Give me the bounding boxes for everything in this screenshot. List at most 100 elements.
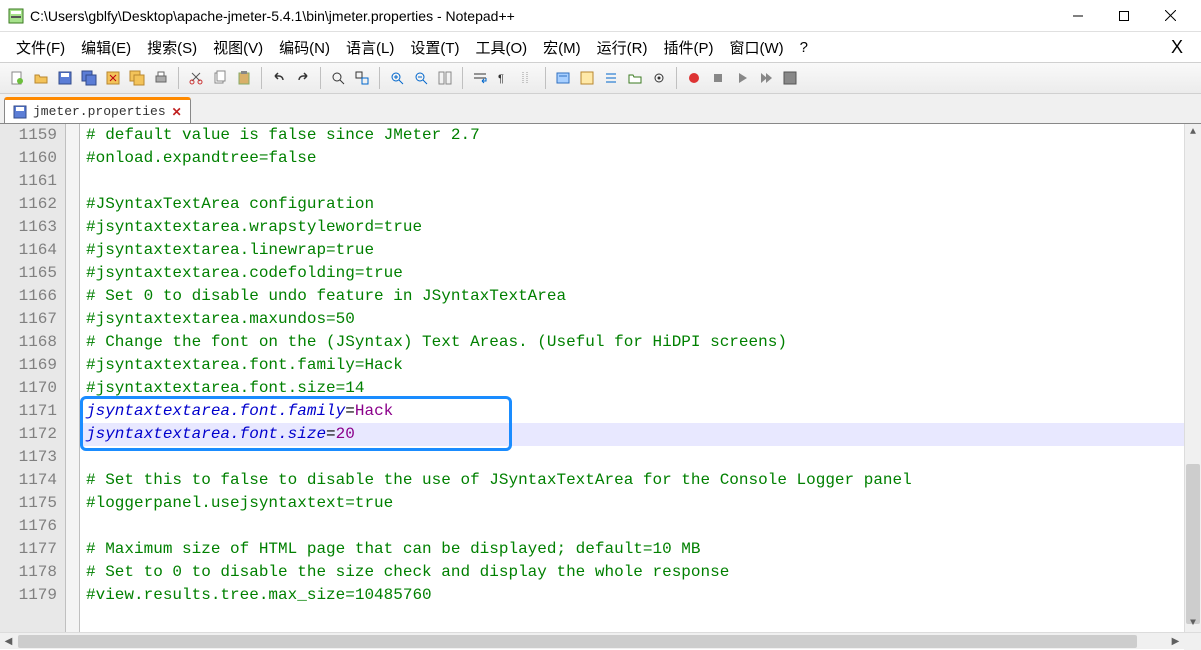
- close-file-icon[interactable]: [102, 67, 124, 89]
- code-line[interactable]: #view.results.tree.max_size=10485760: [80, 584, 1184, 607]
- horizontal-scroll-track[interactable]: [17, 634, 1167, 649]
- play-macro-icon[interactable]: [731, 67, 753, 89]
- horizontal-scroll-thumb[interactable]: [18, 635, 1137, 648]
- code-line[interactable]: #JSyntaxTextArea configuration: [80, 193, 1184, 216]
- text-area[interactable]: # default value is false since JMeter 2.…: [80, 124, 1184, 632]
- menubar-close[interactable]: X: [1161, 37, 1193, 58]
- line-number: 1170: [0, 377, 57, 400]
- stop-macro-icon[interactable]: [707, 67, 729, 89]
- menubar: 文件(F) 编辑(E) 搜索(S) 视图(V) 编码(N) 语言(L) 设置(T…: [0, 32, 1201, 62]
- menu-plugins[interactable]: 插件(P): [655, 34, 721, 61]
- close-button[interactable]: [1147, 1, 1193, 31]
- scroll-right-arrow-icon[interactable]: ▶: [1167, 633, 1184, 650]
- code-line[interactable]: # Change the font on the (JSyntax) Text …: [80, 331, 1184, 354]
- code-line[interactable]: [80, 515, 1184, 538]
- close-all-icon[interactable]: [126, 67, 148, 89]
- find-replace-icon[interactable]: [351, 67, 373, 89]
- menu-run[interactable]: 运行(R): [589, 34, 656, 61]
- line-number: 1167: [0, 308, 57, 331]
- line-number: 1171: [0, 400, 57, 423]
- menu-window[interactable]: 窗口(W): [721, 34, 791, 61]
- code-line[interactable]: #jsyntaxtextarea.maxundos=50: [80, 308, 1184, 331]
- minimize-button[interactable]: [1055, 1, 1101, 31]
- cut-icon[interactable]: [185, 67, 207, 89]
- vertical-scrollbar[interactable]: ▲ ▼: [1184, 124, 1201, 632]
- save-macro-icon[interactable]: [779, 67, 801, 89]
- toolbar: ¶: [0, 62, 1201, 94]
- code-line[interactable]: # Set to 0 to disable the size check and…: [80, 561, 1184, 584]
- menu-file[interactable]: 文件(F): [8, 34, 73, 61]
- code-line[interactable]: [80, 446, 1184, 469]
- code-line[interactable]: [80, 170, 1184, 193]
- wordwrap-icon[interactable]: [469, 67, 491, 89]
- open-file-icon[interactable]: [30, 67, 52, 89]
- scroll-up-arrow-icon[interactable]: ▲: [1185, 124, 1201, 141]
- line-number: 1172: [0, 423, 57, 446]
- scroll-down-arrow-icon[interactable]: ▼: [1185, 615, 1201, 632]
- code-line[interactable]: jsyntaxtextarea.font.size=20: [80, 423, 1184, 446]
- line-number: 1160: [0, 147, 57, 170]
- undo-icon[interactable]: [268, 67, 290, 89]
- menu-tools[interactable]: 工具(O): [467, 34, 535, 61]
- code-line[interactable]: # Set this to false to disable the use o…: [80, 469, 1184, 492]
- code-line[interactable]: #jsyntaxtextarea.font.size=14: [80, 377, 1184, 400]
- new-file-icon[interactable]: [6, 67, 28, 89]
- code-line[interactable]: #jsyntaxtextarea.codefolding=true: [80, 262, 1184, 285]
- maximize-button[interactable]: [1101, 1, 1147, 31]
- code-line[interactable]: #jsyntaxtextarea.linewrap=true: [80, 239, 1184, 262]
- fold-margin[interactable]: [66, 124, 80, 632]
- horizontal-scrollbar[interactable]: ◀ ▶: [0, 632, 1201, 649]
- tab-save-icon: [13, 105, 27, 119]
- code-line[interactable]: # Maximum size of HTML page that can be …: [80, 538, 1184, 561]
- func-list-icon[interactable]: [600, 67, 622, 89]
- paste-icon[interactable]: [233, 67, 255, 89]
- line-number: 1165: [0, 262, 57, 285]
- print-icon[interactable]: [150, 67, 172, 89]
- save-all-icon[interactable]: [78, 67, 100, 89]
- menu-settings[interactable]: 设置(T): [402, 34, 467, 61]
- sync-scroll-icon[interactable]: [434, 67, 456, 89]
- doc-map-icon[interactable]: [576, 67, 598, 89]
- redo-icon[interactable]: [292, 67, 314, 89]
- menu-edit[interactable]: 编辑(E): [73, 34, 139, 61]
- menu-view[interactable]: 视图(V): [205, 34, 271, 61]
- menu-language[interactable]: 语言(L): [338, 34, 402, 61]
- line-number: 1166: [0, 285, 57, 308]
- code-line[interactable]: # default value is false since JMeter 2.…: [80, 124, 1184, 147]
- menu-encoding[interactable]: 编码(N): [271, 34, 338, 61]
- zoom-in-icon[interactable]: [386, 67, 408, 89]
- code-line[interactable]: #jsyntaxtextarea.font.family=Hack: [80, 354, 1184, 377]
- language-indent-icon[interactable]: [552, 67, 574, 89]
- code-line[interactable]: # Set 0 to disable undo feature in JSynt…: [80, 285, 1184, 308]
- line-number: 1162: [0, 193, 57, 216]
- line-number: 1174: [0, 469, 57, 492]
- code-line[interactable]: #loggerpanel.usejsyntaxtext=true: [80, 492, 1184, 515]
- vertical-scroll-thumb[interactable]: [1186, 464, 1200, 624]
- save-icon[interactable]: [54, 67, 76, 89]
- line-number: 1161: [0, 170, 57, 193]
- code-line[interactable]: #jsyntaxtextarea.wrapstyleword=true: [80, 216, 1184, 239]
- copy-icon[interactable]: [209, 67, 231, 89]
- play-multi-icon[interactable]: [755, 67, 777, 89]
- tab-close-icon[interactable]: ✕: [172, 105, 182, 119]
- tab-jmeter-properties[interactable]: jmeter.properties ✕: [4, 97, 191, 123]
- scroll-left-arrow-icon[interactable]: ◀: [0, 633, 17, 650]
- editor: 1159116011611162116311641165116611671168…: [0, 124, 1201, 632]
- line-number: 1169: [0, 354, 57, 377]
- code-line[interactable]: #onload.expandtree=false: [80, 147, 1184, 170]
- line-number: 1177: [0, 538, 57, 561]
- menu-macro[interactable]: 宏(M): [535, 34, 589, 61]
- indent-guide-icon[interactable]: [517, 67, 539, 89]
- tabbar: jmeter.properties ✕: [0, 94, 1201, 124]
- line-number: 1179: [0, 584, 57, 607]
- record-macro-icon[interactable]: [683, 67, 705, 89]
- monitor-icon[interactable]: [648, 67, 670, 89]
- folder-workspace-icon[interactable]: [624, 67, 646, 89]
- find-icon[interactable]: [327, 67, 349, 89]
- window-title: C:\Users\gblfy\Desktop\apache-jmeter-5.4…: [30, 8, 1055, 24]
- zoom-out-icon[interactable]: [410, 67, 432, 89]
- all-chars-icon[interactable]: ¶: [493, 67, 515, 89]
- menu-help[interactable]: ?: [792, 36, 816, 59]
- menu-search[interactable]: 搜索(S): [139, 34, 205, 61]
- code-line[interactable]: jsyntaxtextarea.font.family=Hack: [80, 400, 1184, 423]
